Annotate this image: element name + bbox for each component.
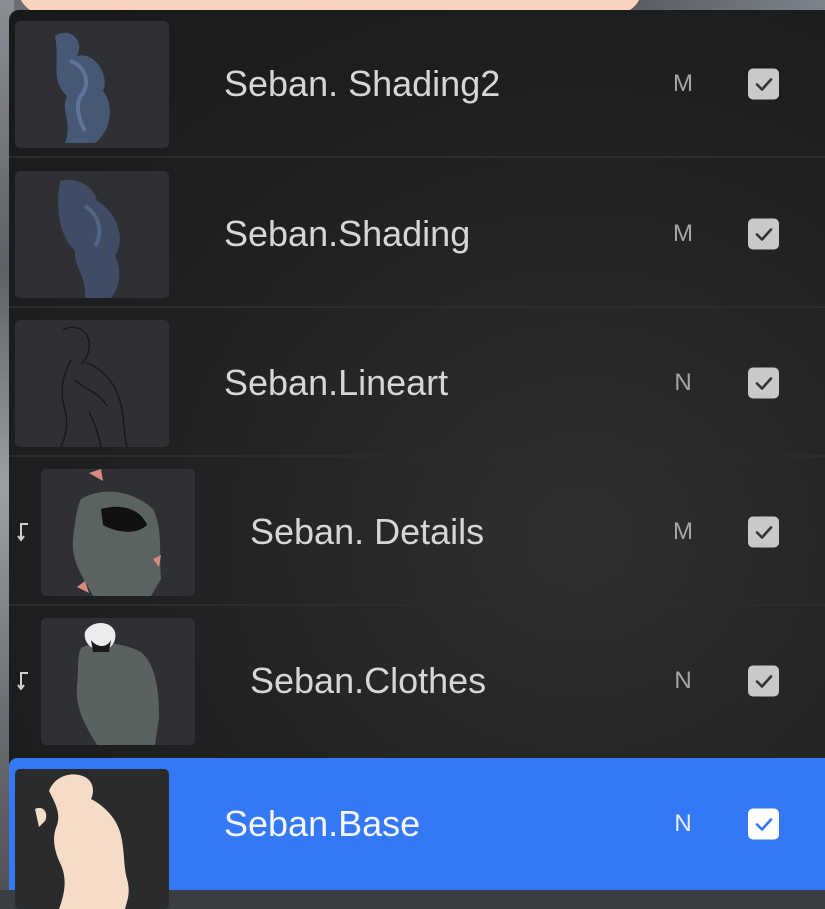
layer-row-clothes[interactable]: Seban.Clothes N: [9, 607, 825, 755]
checkbox-check-icon: [755, 376, 772, 390]
layer-name: Seban. Details: [250, 511, 485, 552]
layer-thumbnail: [15, 171, 169, 298]
layer-name: Seban. Shading2: [224, 63, 501, 104]
layer-thumbnail: [41, 618, 195, 745]
blend-mode-button[interactable]: M: [671, 220, 695, 248]
row-divider: [9, 156, 825, 158]
layer-row-shading[interactable]: Seban.Shading M: [9, 160, 825, 308]
visibility-checkbox[interactable]: [748, 218, 779, 250]
clip-arrow-icon: [17, 523, 28, 542]
checkbox-check-icon: [755, 674, 772, 688]
visibility-checkbox[interactable]: [748, 367, 779, 399]
row-divider: [9, 455, 825, 457]
layer-thumbnail: [41, 469, 195, 596]
layer-name: Seban.Base: [224, 803, 421, 844]
layer-row-shading2[interactable]: Seban. Shading2 M: [9, 10, 825, 158]
layer-name: Seban.Clothes: [250, 660, 487, 701]
layer-thumbnail: [15, 320, 169, 447]
layer-name: Seban.Shading: [224, 213, 471, 254]
layer-thumbnail: [15, 769, 169, 909]
checkbox-check-icon: [755, 77, 772, 91]
blend-mode-button[interactable]: M: [671, 70, 695, 98]
layer-name: Seban.Lineart: [224, 362, 449, 403]
blend-mode-button[interactable]: N: [671, 810, 695, 838]
visibility-checkbox[interactable]: [748, 68, 779, 100]
checkbox-check-icon: [755, 525, 772, 539]
layer-thumbnail: [15, 21, 169, 148]
row-divider: [9, 604, 825, 606]
checkbox-check-icon: [755, 817, 772, 831]
clip-arrow-icon: [17, 672, 28, 691]
visibility-checkbox[interactable]: [748, 665, 779, 697]
layer-row-details[interactable]: Seban. Details M: [9, 458, 825, 606]
visibility-checkbox[interactable]: [748, 516, 779, 548]
blend-mode-button[interactable]: N: [671, 667, 695, 695]
checkbox-check-icon: [755, 227, 772, 241]
visibility-checkbox[interactable]: [748, 808, 779, 840]
blend-mode-button[interactable]: M: [671, 518, 695, 546]
blend-mode-button[interactable]: N: [671, 369, 695, 397]
layer-row-lineart[interactable]: Seban.Lineart N: [9, 309, 825, 457]
layer-row-base[interactable]: Seban.Base N: [9, 758, 825, 909]
row-divider: [9, 306, 825, 308]
